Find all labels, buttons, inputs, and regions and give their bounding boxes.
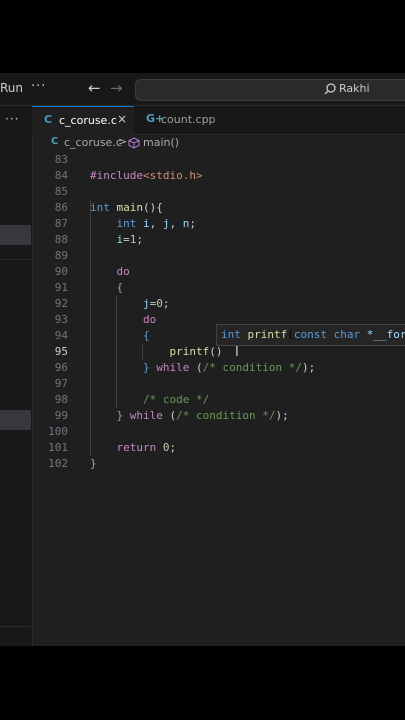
code-line[interactable]: 101 return 0; [32, 440, 405, 456]
code-text: do [142, 313, 157, 326]
back-arrow-icon[interactable]: ← [88, 79, 101, 97]
code-editor[interactable]: 83 84 #include<stdio.h> 85 86 int main(){ 87 i… [32, 152, 405, 646]
line-number: 92 [54, 297, 68, 310]
line-number: 98 [54, 393, 68, 406]
signature-token: ( [287, 328, 294, 341]
line-number: 85 [54, 185, 68, 198]
code-text: return 0; [116, 441, 177, 454]
signature-token [327, 328, 334, 341]
code-line[interactable]: 95 printf() [32, 344, 405, 360]
signature-token: const [293, 328, 327, 341]
code-text: int i, j, n; [116, 217, 197, 230]
more-menu-icon[interactable]: ··· [31, 79, 46, 94]
sidebar-selected-item[interactable] [0, 225, 31, 245]
line-number: 87 [54, 217, 68, 230]
tab-c-coruse[interactable]: C c_coruse.c × [32, 106, 134, 135]
tab-label: c_coruse.c [59, 114, 117, 127]
search-icon [324, 83, 336, 95]
line-number: 89 [54, 249, 68, 262]
code-line[interactable]: 84 #include<stdio.h> [32, 168, 405, 184]
breadcrumb-symbol[interactable]: main() [143, 136, 179, 149]
line-number: 90 [54, 265, 68, 278]
run-menu[interactable]: Run [0, 81, 23, 95]
code-line[interactable]: 96 } while (/* condition */); [32, 360, 405, 376]
line-number: 84 [54, 169, 68, 182]
line-number: 99 [54, 409, 68, 422]
line-number: 86 [54, 201, 68, 214]
code-text: int main(){ [90, 201, 163, 214]
code-text: } while (/* condition */); [116, 409, 289, 422]
code-text: /* code */ [142, 393, 210, 406]
sidebar-divider [0, 626, 31, 627]
title-bar: Run ··· ← → Rakhi [0, 73, 405, 106]
code-line[interactable]: 86 int main(){ [32, 200, 405, 216]
c-file-icon: C [51, 136, 59, 147]
code-line[interactable]: 100 [32, 424, 405, 440]
sidebar-selected-item[interactable] [0, 410, 31, 430]
signature-token [360, 328, 367, 341]
code-line[interactable]: 83 [32, 152, 405, 168]
line-number: 95 [54, 345, 68, 358]
code-line[interactable]: 92 j=0; [32, 296, 405, 312]
code-line[interactable]: 87 int i, j, n; [32, 216, 405, 232]
forward-arrow-icon[interactable]: → [110, 79, 123, 97]
signature-token: int [221, 328, 241, 341]
signature-token: *__form [366, 328, 405, 341]
code-line[interactable]: 88 i=1; [32, 232, 405, 248]
explorer-sidebar: ··· [0, 106, 33, 646]
search-text: Rakhi [339, 82, 370, 95]
line-number: 94 [54, 329, 68, 342]
signature-token: printf [247, 328, 288, 341]
c-file-icon: C [44, 113, 53, 126]
close-icon[interactable]: × [117, 112, 127, 126]
line-number: 91 [54, 281, 68, 294]
code-line[interactable]: 99 } while (/* condition */); [32, 408, 405, 424]
line-number: 97 [54, 377, 68, 390]
editor-tabs: C c_coruse.c × G+ count.cpp [32, 106, 405, 135]
sidebar-divider [0, 259, 31, 260]
signature-help-popup: int printf(const char *__form [216, 324, 405, 346]
code-text: #include<stdio.h> [90, 169, 203, 182]
code-text: { [116, 281, 124, 294]
breadcrumb-separator: > [118, 135, 128, 148]
code-line[interactable]: 91 { [32, 280, 405, 296]
sidebar-more-icon[interactable]: ··· [5, 112, 19, 126]
text-cursor-ibeam-icon: I [235, 345, 239, 360]
code-line[interactable]: 85 [32, 184, 405, 200]
vscode-window: Run ··· ← → Rakhi ··· C c_coruse.c × G+ … [0, 73, 405, 646]
code-line[interactable]: 98 /* code */ [32, 392, 405, 408]
line-number: 101 [48, 441, 68, 454]
code-text: i=1; [116, 233, 144, 246]
code-line[interactable]: 97 [32, 376, 405, 392]
breadcrumb: C c_coruse.c > main() [32, 135, 405, 153]
code-text: j=0; [142, 297, 170, 310]
breadcrumb-file[interactable]: c_coruse.c [64, 136, 122, 149]
line-number: 93 [54, 313, 68, 326]
tab-label: count.cpp [161, 113, 216, 126]
code-line[interactable]: 89 [32, 248, 405, 264]
signature-token [241, 328, 248, 341]
code-line[interactable]: 90 do [32, 264, 405, 280]
code-text: printf() [169, 345, 223, 358]
code-text: } [90, 457, 97, 470]
signature-token: char [333, 328, 361, 341]
command-center-search[interactable]: Rakhi [135, 79, 405, 101]
function-symbol-icon [128, 137, 140, 149]
line-number: 96 [54, 361, 68, 374]
code-text: { [142, 329, 150, 342]
line-number: 102 [48, 457, 68, 470]
line-number: 88 [54, 233, 68, 246]
line-number: 83 [54, 153, 68, 166]
code-text: } while (/* condition */); [142, 361, 316, 374]
code-line[interactable]: 102} [32, 456, 405, 472]
line-number: 100 [48, 425, 68, 438]
tab-count-cpp[interactable]: G+ count.cpp [134, 106, 239, 134]
code-text: do [116, 265, 130, 278]
